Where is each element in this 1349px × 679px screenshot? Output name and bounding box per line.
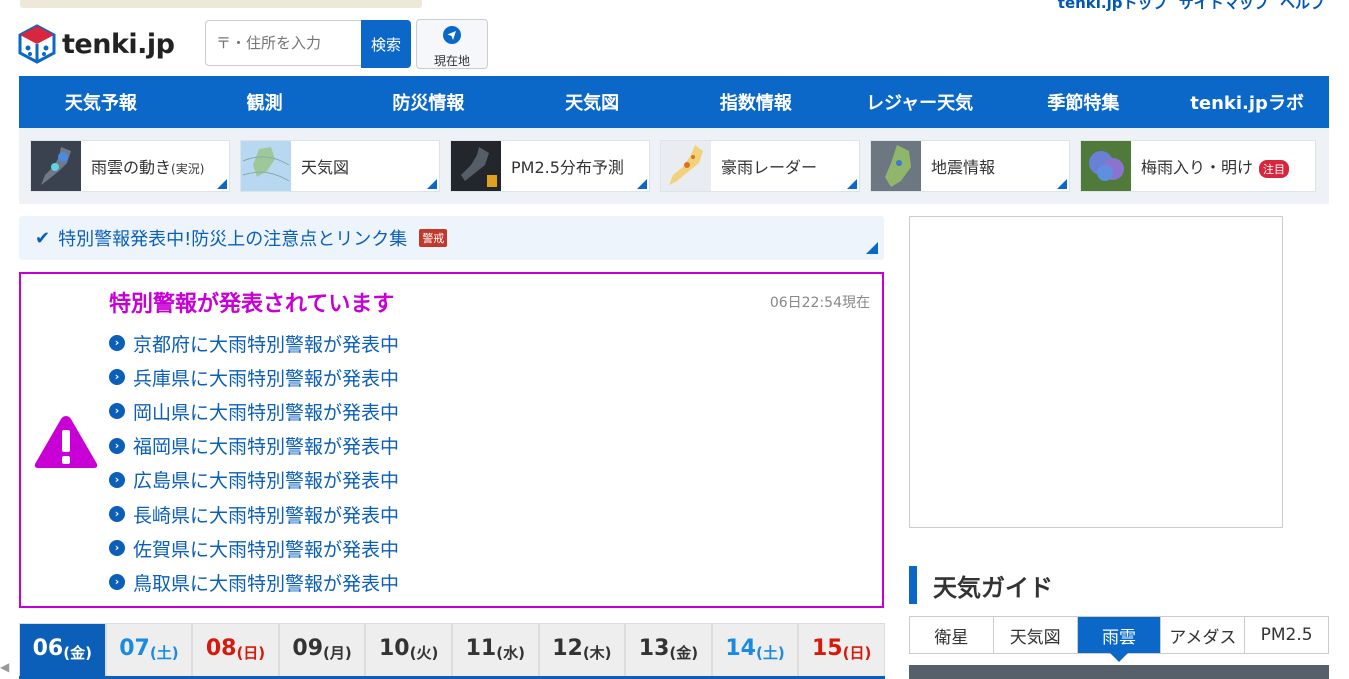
guide-tab-weather-chart[interactable]: 天気図 xyxy=(994,617,1078,653)
chevron-right-icon: › xyxy=(109,471,125,488)
warning-triangle-icon xyxy=(34,416,98,468)
guide-tab-satellite[interactable]: 衛星 xyxy=(910,617,994,653)
date-tab-12[interactable]: 12 (木) xyxy=(538,623,626,676)
warning-list: › 京都府に大雨特別警報が発表中 › 兵庫県に大雨特別警報が発表中 › 岡山県に大雨特… xyxy=(109,326,399,600)
weather-chart-thumb xyxy=(241,141,291,191)
attention-badge: 注目 xyxy=(1259,159,1290,178)
chevron-right-icon: › xyxy=(109,369,125,386)
chevron-right-icon: › xyxy=(109,506,125,523)
chevron-right-icon: › xyxy=(109,335,125,352)
weather-guide-title: 天気ガイド xyxy=(933,573,1053,602)
nav-observation[interactable]: 観測 xyxy=(183,76,347,128)
heavy-rain-radar-thumb xyxy=(661,141,711,191)
top-link-sitemap[interactable]: サイトマップ xyxy=(1179,0,1269,12)
chevron-right-icon: › xyxy=(109,574,125,591)
current-location-label: 現在地 xyxy=(433,54,470,68)
weather-guide-heading: 天気ガイド xyxy=(909,566,1053,604)
special-warning-link-bar[interactable]: ✔ 特別警報発表中!防災上の注意点とリンク集 警戒 xyxy=(19,216,884,260)
corner-triangle-icon xyxy=(637,179,647,189)
warning-item-kyoto[interactable]: › 京都府に大雨特別警報が発表中 xyxy=(109,326,399,360)
guide-tab-rain-cloud[interactable]: 雨雲 xyxy=(1077,617,1162,662)
current-location-button[interactable]: 現在地 xyxy=(416,19,488,69)
nav-seasonal-feature[interactable]: 季節特集 xyxy=(1002,76,1166,128)
date-tab-11[interactable]: 11 (水) xyxy=(451,623,539,676)
address-search: 検索 xyxy=(205,20,411,68)
warning-item-saga[interactable]: › 佐賀県に大雨特別警報が発表中 xyxy=(109,531,399,565)
quick-link-pm25[interactable]: PM2.5分布予測 xyxy=(450,140,650,192)
date-tabs: 06 (金) 07 (土) 08 (日) 09 (月) 10 (火) 11 (水) 12 (木… xyxy=(19,623,885,679)
scroll-left-arrow-icon[interactable]: ◀ xyxy=(0,660,10,679)
top-notice-bar xyxy=(20,0,422,8)
nav-weather-chart[interactable]: 天気図 xyxy=(510,76,674,128)
ad-slot xyxy=(909,216,1283,528)
radar-map-thumb xyxy=(31,141,81,191)
corner-triangle-icon xyxy=(427,179,437,189)
warning-item-nagasaki[interactable]: › 長崎県に大雨特別警報が発表中 xyxy=(109,497,399,531)
heading-accent-bar xyxy=(909,566,917,604)
earthquake-map-thumb xyxy=(871,141,921,191)
special-warning-link-text: 特別警報発表中!防災上の注意点とリンク集 xyxy=(58,229,408,250)
corner-triangle-icon xyxy=(217,179,227,189)
quick-link-earthquake[interactable]: 地震情報 xyxy=(870,140,1070,192)
date-tab-13[interactable]: 13 (金) xyxy=(625,623,712,676)
top-link-home[interactable]: tenki.jpトップ xyxy=(1058,0,1168,12)
warning-item-tottori[interactable]: › 鳥取県に大雨特別警報が発表中 xyxy=(109,565,399,599)
warning-item-okayama[interactable]: › 岡山県に大雨特別警報が発表中 xyxy=(109,394,399,428)
nav-disaster-info[interactable]: 防災情報 xyxy=(347,76,511,128)
location-arrow-icon xyxy=(443,26,461,44)
date-tab-08[interactable]: 08 (日) xyxy=(192,623,279,676)
quick-links: 雨雲の動き(実況) 天気図 PM2.5分布予測 豪雨レーダー 地震情報 梅雨入り… xyxy=(19,128,1329,204)
guide-tab-pm25[interactable]: PM2.5 xyxy=(1245,617,1328,653)
warning-item-hiroshima[interactable]: › 広島県に大雨特別警報が発表中 xyxy=(109,463,399,497)
corner-triangle-icon xyxy=(1057,179,1067,189)
nav-index-info[interactable]: 指数情報 xyxy=(674,76,838,128)
date-tab-06[interactable]: 06 (金) xyxy=(19,623,106,676)
quick-link-label: 梅雨入り・明け 注目 xyxy=(1141,154,1290,178)
date-tab-14[interactable]: 14 (土) xyxy=(711,623,799,676)
quick-link-heavy-rain-radar[interactable]: 豪雨レーダー xyxy=(660,140,860,192)
quick-link-rain-cloud[interactable]: 雨雲の動き(実況) xyxy=(30,140,230,192)
quick-link-label: 地震情報 xyxy=(931,158,996,177)
date-tab-07[interactable]: 07 (土) xyxy=(105,623,193,676)
warning-timestamp: 06日22:54現在 xyxy=(769,295,870,311)
hydrangea-thumb xyxy=(1081,141,1131,191)
warning-item-fukuoka[interactable]: › 福岡県に大雨特別警報が発表中 xyxy=(109,429,399,463)
quick-link-rainy-season[interactable]: 梅雨入り・明け 注目 xyxy=(1080,140,1316,192)
quick-link-label: 豪雨レーダー xyxy=(721,158,818,177)
main-nav: 天気予報 観測 防災情報 天気図 指数情報 レジャー天気 季節特集 tenki.… xyxy=(19,76,1329,128)
address-search-input[interactable] xyxy=(205,20,361,66)
special-warning-panel: 特別警報が発表されています 06日22:54現在 › 京都府に大雨特別警報が発表中… xyxy=(19,272,884,608)
date-tab-15[interactable]: 15 (日) xyxy=(798,623,885,676)
corner-triangle-icon xyxy=(847,179,857,189)
chevron-right-icon: › xyxy=(109,540,125,557)
quick-link-label: 天気図 xyxy=(301,158,350,177)
date-tab-10[interactable]: 10 (火) xyxy=(365,623,452,676)
quick-link-label: 雨雲の動き(実況) xyxy=(91,158,205,177)
date-tab-09[interactable]: 09 (月) xyxy=(278,623,366,676)
warning-title: 特別警報が発表されています xyxy=(109,292,395,317)
warning-item-hyogo[interactable]: › 兵庫県に大雨特別警報が発表中 xyxy=(109,360,399,394)
nav-leisure-weather[interactable]: レジャー天気 xyxy=(838,76,1002,128)
active-tab-pointer xyxy=(1109,653,1128,662)
top-link-help[interactable]: ヘルプ xyxy=(1280,0,1325,12)
top-links: tenki.jpトップ サイトマップ ヘルプ xyxy=(1052,0,1325,13)
guide-tab-amedas[interactable]: アメダス xyxy=(1161,617,1246,653)
caution-badge: 警戒 xyxy=(419,229,448,247)
weather-guide-tabs: 衛星 天気図 雨雲 アメダス PM2.5 xyxy=(909,616,1329,662)
quick-link-label: PM2.5分布予測 xyxy=(511,158,624,177)
chevron-right-icon: › xyxy=(109,437,125,454)
chevron-right-icon: › xyxy=(109,403,125,420)
nav-tenki-lab[interactable]: tenki.jpラボ xyxy=(1165,76,1329,128)
nav-weather-forecast[interactable]: 天気予報 xyxy=(19,76,183,128)
quick-link-weather-chart[interactable]: 天気図 xyxy=(240,140,440,192)
search-button[interactable]: 検索 xyxy=(361,20,411,68)
guide-map-image[interactable] xyxy=(909,665,1329,679)
check-icon: ✔ xyxy=(35,227,51,249)
logo-cube-icon xyxy=(18,24,56,64)
site-logo[interactable]: tenki.jp xyxy=(18,24,175,64)
pm25-map-thumb xyxy=(451,141,501,191)
corner-triangle-icon xyxy=(866,242,878,254)
logo-text: tenki.jp xyxy=(62,28,175,60)
